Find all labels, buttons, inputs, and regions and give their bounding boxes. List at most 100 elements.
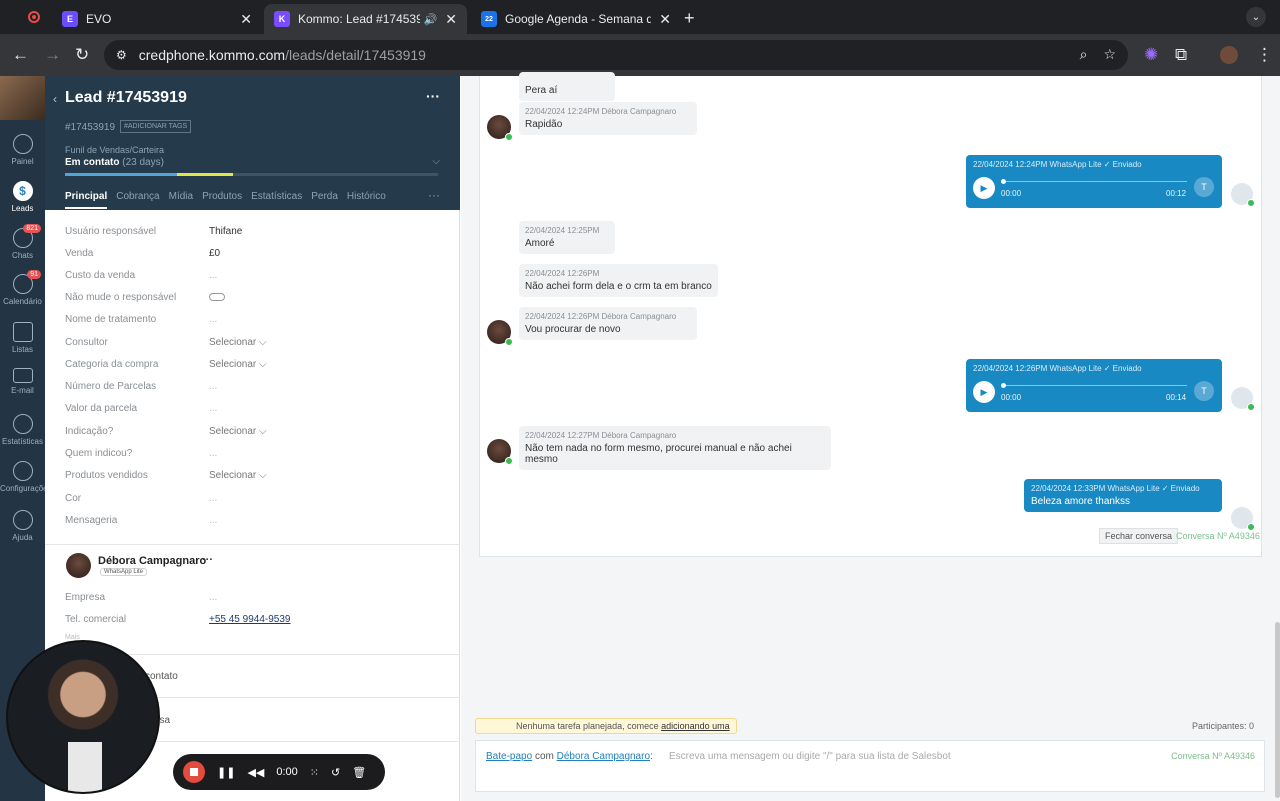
sidebar-item-email[interactable]: E-mail [0,368,45,395]
trash-icon[interactable]: 🗑 [352,766,366,779]
tab-estatisticas[interactable]: Estatísticas [251,191,302,209]
field-value[interactable]: £0 [209,248,220,259]
sidebar-item-painel[interactable]: Painel [0,134,45,166]
back-chevron-icon[interactable]: ‹ [53,92,57,106]
close-conversation-button[interactable]: Fechar conversa [1099,528,1179,544]
new-tab-icon[interactable]: + [684,8,695,29]
play-icon[interactable]: ▶ [973,381,995,403]
contact-avatar[interactable] [66,553,91,578]
sidebar-item-listas[interactable]: Listas [0,322,45,354]
close-tab-icon[interactable]: ✕ [659,11,671,28]
participants-count[interactable]: Participantes: 0 [1192,721,1254,731]
restart-icon[interactable]: ↺ [331,766,340,779]
play-icon[interactable]: ▶ [973,177,995,199]
recording-timer: 0:00 [276,766,298,778]
pause-icon[interactable]: ❚❚ [217,766,235,779]
close-tab-icon[interactable]: ✕ [240,11,252,28]
sidebar-item-ajuda[interactable]: Ajuda [0,510,45,542]
tab-produtos[interactable]: Produtos [202,191,242,209]
close-tab-icon[interactable]: ✕ [445,11,457,28]
contact-avatar[interactable] [487,115,513,141]
field-value[interactable]: Selecionar ⌵ [209,426,267,437]
tab-title: EVO [86,12,112,26]
conversation-number[interactable]: Conversa Nº A49346 [1176,531,1260,541]
field-value[interactable]: ... [209,314,217,325]
contact-more-menu[interactable]: ··· [202,554,213,566]
screen-recorder-bar: ❚❚ ◀◀ 0:00 ⁙ ↺ 🗑 [173,754,385,790]
tab-historico[interactable]: Histórico [347,191,386,209]
field-value[interactable]: ... [209,448,217,459]
message-input[interactable]: Escreva uma mensagem ou digite "/" para … [669,751,951,762]
sidebar-item-calendario[interactable]: 91 Calendário [0,270,45,306]
tab-evo[interactable]: E EVO ✕ [52,4,262,34]
extensions-puzzle-icon[interactable]: ⧉ [1175,45,1187,65]
stage-dropdown-icon[interactable]: ⌵ [432,156,440,167]
audio-knob[interactable] [1001,383,1006,388]
audio-track[interactable] [1001,385,1187,386]
tab-kommo-lead[interactable]: K Kommo: Lead #17453919 🔊 ✕ [264,4,467,34]
sidebar-item-leads[interactable]: $ Leads [0,181,45,213]
back-icon[interactable]: ← [12,45,29,65]
tab-search-icon[interactable]: ⌄ [1246,7,1266,27]
bookmark-star-icon[interactable]: ☆ [1103,46,1116,63]
channel-selector[interactable]: Bate-papo [486,751,532,762]
contact-name[interactable]: Débora Campagnaro [98,555,206,567]
contact-avatar[interactable] [487,320,513,346]
field-row: Cor... [65,493,445,504]
site-settings-icon[interactable]: ⚙ [116,48,127,62]
field-value[interactable]: ... [209,381,217,392]
contact-avatar[interactable] [487,439,513,465]
pipeline-stage[interactable]: Em contato (23 days) [65,157,164,168]
recipient-selector[interactable]: Débora Campagnaro [557,751,650,762]
webcam-overlay [6,640,160,794]
tab-cobranca[interactable]: Cobrança [116,191,159,209]
add-task-link[interactable]: adicionando uma [661,721,730,731]
field-value[interactable]: ... [209,270,217,281]
sidebar-item-configuracoes[interactable]: Configurações [0,461,52,493]
tab-midia[interactable]: Mídia [169,191,193,209]
field-value[interactable]: Thifane [209,226,242,237]
tabs-more-menu[interactable]: ··· [428,188,440,202]
forward-icon[interactable]: → [44,45,61,65]
field-value[interactable]: ... [209,403,217,414]
field-label: Não mude o responsável [65,292,177,303]
speaker-icon[interactable]: 🔊 [424,13,438,26]
tab-perda[interactable]: Perda [311,191,338,209]
calendar-badge: 91 [27,270,41,279]
toggle-switch[interactable] [209,292,225,303]
address-bar[interactable]: ⚙ credphone.kommo.com/leads/detail/17453… [104,40,1128,70]
sidebar-item-chats[interactable]: 821 Chats [0,224,45,260]
field-value[interactable]: Selecionar ⌵ [209,470,267,481]
message-text: Rapidão [525,119,563,130]
grid-icon[interactable]: ⁙ [310,766,319,779]
field-value[interactable]: ... [209,592,217,603]
calendar-favicon-icon: 22 [481,11,497,27]
add-tags-button[interactable]: #ADICIONAR TAGS [120,120,192,133]
field-value[interactable]: Selecionar ⌵ [209,359,267,370]
field-row: Valor da parcela... [65,403,445,414]
field-value[interactable]: Selecionar ⌵ [209,337,267,348]
field-row: Mensageria... [65,515,445,526]
reload-icon[interactable]: ↻ [75,45,89,65]
audio-player[interactable]: ▶ 00:00 00:12 T [973,177,1214,201]
scrollbar[interactable] [1275,622,1280,798]
extension-icon[interactable]: ✺ [1144,45,1158,65]
lead-more-menu[interactable]: ··· [426,88,440,104]
audio-knob[interactable] [1001,179,1006,184]
field-value[interactable]: ... [209,493,217,504]
zoom-icon[interactable]: ⌕ [1080,46,1088,63]
phone-link[interactable]: +55 45 9944-9539 [209,614,290,625]
stop-recording-button[interactable] [183,761,205,783]
audio-player[interactable]: ▶ 00:00 00:14 T [973,381,1214,405]
more-fields-link[interactable]: Mais [65,634,445,641]
field-value[interactable]: ... [209,515,217,526]
rewind-icon[interactable]: ◀◀ [247,766,264,779]
audio-track[interactable] [1001,181,1187,182]
tab-principal[interactable]: Principal [65,191,108,209]
browser-menu-icon[interactable]: ⋮ [1256,45,1273,65]
profile-avatar[interactable] [1220,46,1238,64]
sidebar-item-estatisticas[interactable]: Estatísticas [0,414,45,446]
message-composer[interactable]: Bate-papo com Débora Campagnaro: Escreva… [475,740,1265,792]
tab-google-agenda[interactable]: 22 Google Agenda - Semana de ✕ [471,4,681,34]
user-avatar[interactable] [0,76,45,120]
